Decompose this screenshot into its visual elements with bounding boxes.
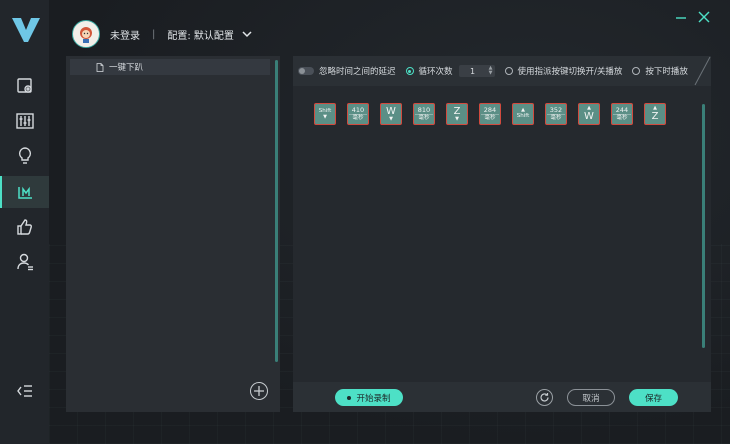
delay-value: 410 — [351, 106, 365, 114]
config-selector[interactable]: 配置: 默认配置 — [167, 27, 234, 42]
plus-icon — [254, 386, 264, 396]
cancel-button[interactable]: 取消 — [567, 389, 615, 406]
login-status[interactable]: 未登录 — [110, 27, 140, 42]
loop-count-radio[interactable] — [405, 67, 414, 75]
header: 未登录 | 配置: 默认配置 — [72, 20, 252, 48]
avatar-character-icon — [80, 27, 92, 43]
header-separator: | — [152, 28, 156, 40]
delay-value: 352 — [549, 106, 563, 114]
delay-value: 244 — [615, 106, 629, 114]
delay-unit: 毫秒 — [613, 114, 631, 122]
ignore-delay-toggle[interactable] — [298, 67, 314, 75]
macro-step-list: Shift ▼ 410 毫秒 W ▼ 810 毫秒 Z ▼ 284 毫秒 ▲ Shift 352 毫秒 ▲ W 24… — [314, 103, 666, 125]
macro-list-item[interactable]: 一键下趴 — [70, 59, 270, 75]
macro-list-scrollbar[interactable] — [275, 60, 278, 362]
sidebar-item-performance[interactable] — [0, 105, 49, 137]
delay-value: 810 — [417, 106, 431, 114]
macro-list-item-label: 一键下趴 — [109, 63, 144, 73]
sidebar — [0, 0, 49, 444]
macro-key-label: Shift — [516, 113, 530, 119]
lightbulb-icon — [18, 147, 31, 164]
sidebar-item-like[interactable] — [0, 211, 49, 243]
toggle-mode-label: 使用指派按键切换开/关播放 — [517, 67, 623, 77]
macro-delay-step[interactable]: 244 毫秒 — [611, 103, 633, 125]
collapse-menu-icon — [16, 385, 32, 397]
sidebar-item-display[interactable] — [0, 70, 49, 102]
macro-key-step[interactable]: W ▼ — [380, 103, 402, 125]
brand-logo — [12, 18, 40, 42]
macro-list-panel: 一键下趴 — [66, 56, 280, 412]
close-icon[interactable] — [697, 10, 711, 24]
macro-editor-panel: 忽略时间之间的延迟 循环次数 1 ▲ ▼ 使用指派按键切换开/关播放 按下时播放 … — [293, 56, 711, 412]
macro-icon — [17, 186, 32, 199]
key-down-arrow-icon: ▼ — [455, 116, 459, 122]
macro-delay-step[interactable]: 810 毫秒 — [413, 103, 435, 125]
refresh-icon — [540, 393, 549, 402]
macro-key-step[interactable]: ▲ W — [578, 103, 600, 125]
macro-steps-scrollbar[interactable] — [702, 104, 705, 348]
user-profile-icon — [16, 253, 33, 271]
save-button[interactable]: 保存 — [629, 389, 678, 406]
thumbs-up-icon — [16, 219, 32, 235]
macro-key-step[interactable]: ▲ Shift — [512, 103, 534, 125]
key-down-arrow-icon: ▼ — [323, 114, 327, 120]
ignore-delay-label: 忽略时间之间的延迟 — [319, 67, 396, 77]
loop-count-stepper[interactable]: 1 ▲ ▼ — [458, 65, 495, 77]
macro-key-step[interactable]: ▲ Z — [644, 103, 666, 125]
delay-value: 284 — [483, 106, 497, 114]
start-recording-label: 开始录制 — [356, 393, 391, 404]
hold-mode-label: 按下时播放 — [645, 67, 688, 77]
hold-mode-radio[interactable] — [632, 67, 641, 75]
delay-unit: 毫秒 — [415, 114, 433, 122]
macro-key-label: W — [584, 111, 594, 122]
macro-key-label: Z — [651, 111, 659, 122]
toggle-mode-radio[interactable] — [504, 67, 513, 75]
display-settings-icon — [16, 78, 32, 93]
start-recording-button[interactable]: 开始录制 — [335, 389, 403, 406]
reset-button[interactable] — [536, 389, 553, 406]
macro-options-bar: 忽略时间之间的延迟 循环次数 1 ▲ ▼ 使用指派按键切换开/关播放 按下时播放 — [293, 56, 711, 86]
add-macro-button[interactable] — [250, 382, 268, 400]
stepper-arrows-icon[interactable]: ▲ ▼ — [487, 66, 495, 76]
chevron-down-icon[interactable] — [242, 29, 252, 39]
macro-delay-step[interactable]: 410 毫秒 — [347, 103, 369, 125]
sidebar-item-account[interactable] — [0, 246, 49, 278]
loop-count-value[interactable]: 1 — [459, 67, 487, 76]
avatar[interactable] — [72, 20, 100, 48]
collapse-menu-button[interactable] — [0, 375, 49, 407]
macro-delay-step[interactable]: 352 毫秒 — [545, 103, 567, 125]
document-icon — [96, 62, 104, 72]
corner-decoration — [694, 56, 711, 86]
delay-unit: 毫秒 — [547, 114, 565, 122]
macro-delay-step[interactable]: 284 毫秒 — [479, 103, 501, 125]
loop-count-label: 循环次数 — [418, 67, 453, 77]
equalizer-icon — [15, 113, 34, 129]
delay-unit: 毫秒 — [349, 114, 367, 122]
delay-unit: 毫秒 — [481, 114, 499, 122]
editor-footer: 开始录制 取消 保存 — [293, 382, 711, 412]
macro-key-step[interactable]: Shift ▼ — [314, 103, 336, 125]
key-down-arrow-icon: ▼ — [389, 116, 393, 122]
minimize-icon[interactable] — [674, 10, 688, 24]
record-dot-icon — [347, 395, 352, 400]
sidebar-item-macro[interactable] — [0, 176, 49, 208]
sidebar-item-lighting[interactable] — [0, 140, 49, 172]
macro-key-step[interactable]: Z ▼ — [446, 103, 468, 125]
